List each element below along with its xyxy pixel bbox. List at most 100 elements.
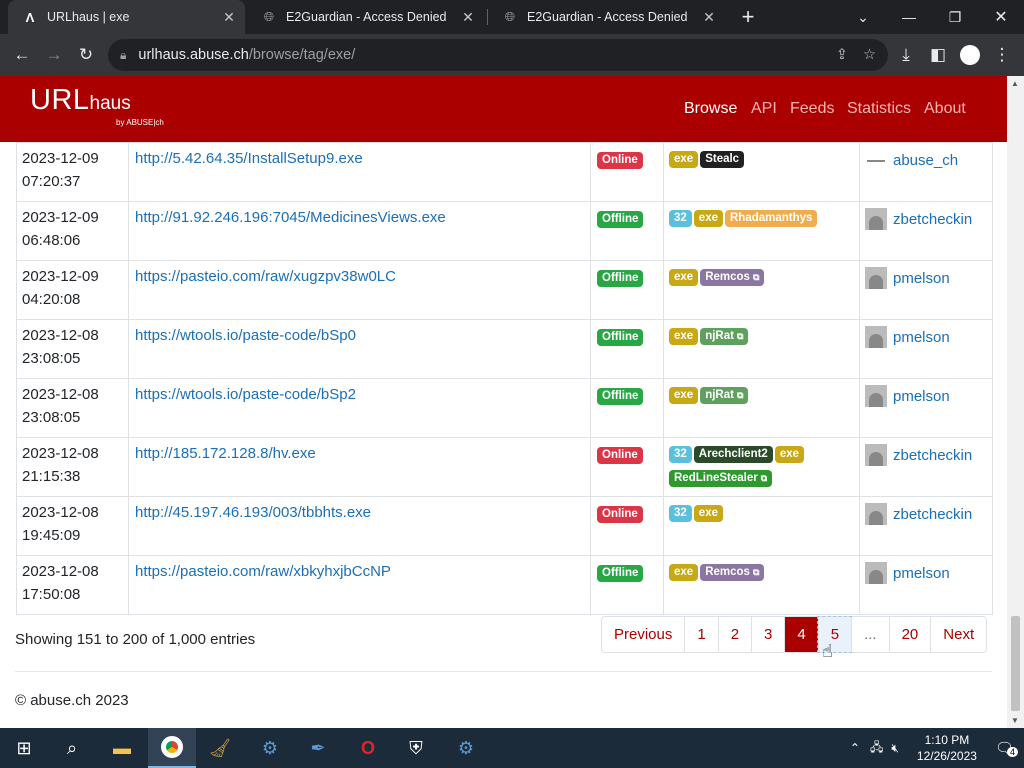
tag-badge[interactable]: Arechclient2 — [693, 446, 773, 463]
pagination-next[interactable]: Next — [930, 617, 986, 652]
tag-badge[interactable]: exe — [693, 505, 723, 522]
malware-url-link[interactable]: http://5.42.64.35/InstallSetup9.exe — [135, 150, 363, 167]
page-scrollbar[interactable]: ▲ ▼ — [1007, 76, 1024, 728]
malware-url-link[interactable]: https://wtools.io/paste-code/bSp2 — [135, 386, 356, 403]
back-arrow-icon[interactable]: ← — [6, 34, 38, 76]
search-icon[interactable]: ⌕ — [48, 728, 96, 768]
windows-start-icon[interactable]: ⊞ — [0, 728, 48, 768]
avatar — [865, 267, 887, 289]
new-tab-button[interactable]: + — [726, 0, 770, 34]
date-added-cell: 2023-12-08 23:08:05 — [16, 378, 129, 438]
broom-app-icon[interactable]: 🧹︎ — [196, 728, 244, 768]
app-icon-1[interactable]: ⚙ — [246, 728, 294, 768]
tag-badge[interactable]: exe — [669, 387, 699, 404]
malware-url-link[interactable]: http://185.172.128.8/hv.exe — [135, 445, 316, 462]
reporter-link[interactable]: zbetcheckin — [893, 506, 972, 523]
shield-app-icon[interactable]: ⛨ — [392, 728, 440, 768]
tag-badge[interactable]: Remcos ⧉ — [700, 564, 765, 581]
malware-url-link[interactable]: http://45.197.46.193/003/tbbhts.exe — [135, 504, 371, 521]
reporter-link[interactable]: pmelson — [893, 565, 950, 582]
tray-chevron-icon[interactable]: ⌃ — [844, 741, 866, 755]
url-table: 2023-12-09 07:20:37 http://5.42.64.35/Inst… — [16, 142, 993, 615]
share-icon[interactable]: ⇪ — [836, 47, 848, 63]
minimize-button[interactable]: — — [886, 0, 932, 34]
reporter-link[interactable]: pmelson — [893, 388, 950, 405]
pagination-page-2[interactable]: 2 — [717, 617, 751, 652]
feather-app-icon[interactable]: ✒ — [294, 728, 342, 768]
tab-e2guardian-2[interactable]: 🌐︎ E2Guardian - Access Denied ✕ — [488, 0, 725, 34]
app-icon-2[interactable]: ⚙ — [442, 728, 490, 768]
table-row: 2023-12-09 04:20:08 https://pasteio.com/ra… — [16, 260, 993, 320]
malware-url-link[interactable]: https://pasteio.com/raw/xugzpv38w0LC — [135, 268, 396, 285]
volume-muted-icon[interactable]: 🔇︎ — [887, 741, 903, 756]
browser-menu-icon[interactable]: ⋮ — [986, 34, 1018, 76]
pagination-previous[interactable]: Previous — [602, 617, 684, 652]
tag-badge[interactable]: Remcos ⧉ — [700, 269, 765, 286]
tag-badge[interactable]: Rhadamanthys — [724, 210, 818, 227]
reload-icon[interactable]: ↻ — [70, 34, 102, 76]
nav-api[interactable]: API — [751, 100, 777, 118]
pagination-page-20[interactable]: 20 — [888, 617, 931, 652]
tab-search-chevron-icon[interactable]: ⌄ — [840, 0, 886, 34]
reporter-link[interactable]: pmelson — [893, 270, 950, 287]
address-bar[interactable]: 🔒︎ urlhaus.abuse.ch/browse/tag/exe/ ⇪ ☆ — [108, 39, 888, 71]
notifications-icon[interactable]: 🗨︎ 4 — [991, 739, 1024, 757]
tag-badge[interactable]: Stealc — [700, 151, 745, 168]
reporter-cell: abuse_ch — [859, 142, 993, 202]
pagination-page-3[interactable]: 3 — [751, 617, 784, 652]
urlhaus-logo[interactable]: URLhaus by ABUSE|ch — [30, 84, 164, 127]
nav-feeds[interactable]: Feeds — [790, 100, 834, 118]
scroll-up-arrow-icon[interactable]: ▲ — [1011, 79, 1019, 88]
scrollbar-thumb[interactable] — [1011, 616, 1020, 711]
nav-statistics[interactable]: Statistics — [847, 100, 911, 118]
opera-icon[interactable]: O — [344, 728, 392, 768]
profile-avatar-icon[interactable] — [954, 34, 986, 76]
reporter-link[interactable]: zbetcheckin — [893, 211, 972, 228]
malware-url-link[interactable]: https://wtools.io/paste-code/bSp0 — [135, 327, 356, 344]
tag-badge[interactable]: exe — [669, 151, 699, 168]
malware-url-link[interactable]: https://pasteio.com/raw/xbkyhxjbCcNP — [135, 563, 391, 580]
restore-button[interactable]: ❐ — [932, 0, 978, 34]
tag-badge[interactable]: 32 — [669, 210, 692, 227]
taskbar-clock[interactable]: 1:10 PM 12/26/2023 — [903, 732, 991, 764]
malware-url-link[interactable]: http://91.92.246.196:7045/MedicinesViews… — [135, 209, 446, 226]
pagination-page-4[interactable]: 4 — [784, 617, 818, 652]
reporter-link[interactable]: pmelson — [893, 329, 950, 346]
reporter-link[interactable]: zbetcheckin — [893, 447, 972, 464]
tag-badge[interactable]: exe — [669, 564, 699, 581]
close-tab-icon[interactable]: ✕ — [699, 9, 719, 26]
tags-cell: exe Remcos ⧉ — [663, 555, 860, 615]
status-cell: Online — [590, 142, 664, 202]
status-cell: Offline — [590, 201, 664, 261]
network-icon[interactable]: 🖧︎ — [866, 738, 887, 759]
tag-badge[interactable]: njRat ⧉ — [700, 387, 749, 404]
close-tab-icon[interactable]: ✕ — [219, 9, 239, 26]
time-text: 07:20:37 — [22, 173, 81, 190]
reporter-link[interactable]: abuse_ch — [893, 152, 958, 169]
tag-badge[interactable]: exe — [669, 269, 699, 286]
scroll-down-arrow-icon[interactable]: ▼ — [1011, 716, 1019, 725]
tag-badge[interactable]: exe — [774, 446, 805, 463]
tag-badge[interactable]: 32 — [669, 446, 692, 463]
nav-browse[interactable]: Browse — [684, 100, 737, 118]
tab-urlhaus[interactable]: Λ URLhaus | exe ✕ — [8, 0, 245, 34]
tag-badge[interactable]: RedLineStealer ⧉ — [669, 470, 773, 487]
download-icon[interactable]: ⤓ — [890, 34, 922, 76]
tag-badge[interactable]: njRat ⧉ — [700, 328, 749, 345]
hand-cursor-icon: ☝ — [822, 641, 833, 661]
nav-about[interactable]: About — [924, 100, 966, 118]
close-tab-icon[interactable]: ✕ — [458, 9, 478, 26]
tag-badge[interactable]: exe — [669, 328, 699, 345]
chrome-taskbar-icon[interactable] — [148, 728, 196, 768]
urlhaus-favicon-icon: Λ — [25, 9, 35, 25]
close-window-button[interactable]: ✕ — [978, 0, 1024, 34]
tag-badge[interactable]: 32 — [669, 505, 692, 522]
side-panel-icon[interactable]: ◧ — [922, 34, 954, 76]
bookmark-star-icon[interactable]: ☆ — [863, 47, 876, 63]
tag-badge[interactable]: exe — [693, 210, 723, 227]
file-explorer-icon[interactable]: ▬ — [98, 728, 146, 768]
tab-e2guardian-1[interactable]: 🌐︎ E2Guardian - Access Denied ✕ — [247, 0, 484, 34]
forward-arrow-icon[interactable]: → — [38, 34, 70, 76]
pagination-page-1[interactable]: 1 — [684, 617, 717, 652]
tags-cell: 32 Arechclient2 exeRedLineStealer ⧉ — [663, 437, 860, 497]
